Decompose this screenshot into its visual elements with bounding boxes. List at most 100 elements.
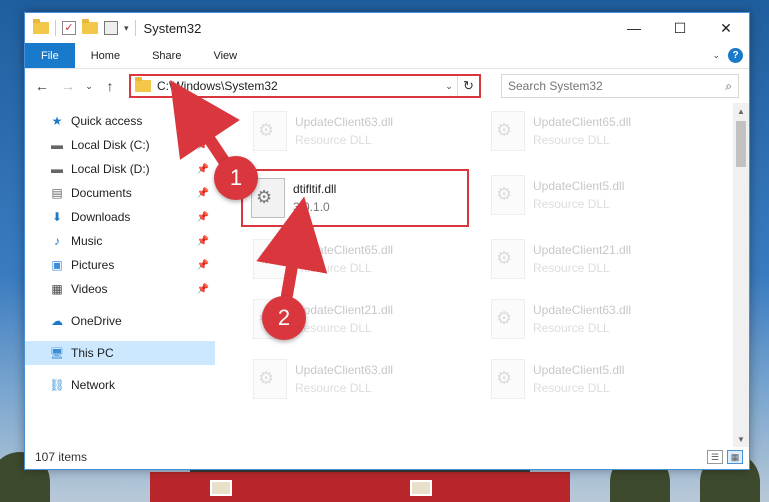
tab-share[interactable]: Share [136,43,197,68]
dll-file-icon [491,239,525,279]
file-item[interactable]: UpdateClient5.dll Resource DLL [483,169,709,221]
tab-home[interactable]: Home [75,43,136,68]
network-icon: ⛓ [49,378,65,392]
close-button[interactable]: ✕ [703,13,749,43]
file-item[interactable]: UpdateClient63.dll Resource DLL [245,353,471,405]
sidebar-item-label: Local Disk (D:) [71,162,150,176]
file-name: UpdateClient63.dll [295,363,394,377]
main-area: ★ Quick access ▬ Local Disk (C:) 📌 ▬ Loc… [25,103,749,447]
item-count: 107 items [35,450,88,464]
dll-file-icon [253,111,287,151]
drive-icon: ▬ [51,138,63,152]
details-view-icon[interactable]: ☰ [707,450,723,464]
folder-icon [135,77,151,92]
address-bar[interactable]: C:\Windows\System32 ⌄ ↻ [129,74,481,98]
file-item[interactable]: UpdateClient63.dll Resource DLL [245,105,471,157]
pin-icon[interactable]: 📌 [197,140,209,151]
sidebar-item-label: OneDrive [71,314,122,328]
sidebar-item-label: Downloads [71,210,131,224]
window-title: System32 [143,20,202,36]
file-item[interactable]: UpdateClient65.dll Resource DLL [245,233,471,285]
refresh-button[interactable]: ↻ [457,76,479,96]
pin-icon[interactable]: 📌 [197,284,209,295]
file-name: UpdateClient63.dll [295,115,394,129]
sidebar-item-label: Network [71,378,116,392]
scroll-up-icon[interactable]: ▲ [733,103,749,119]
address-path[interactable]: C:\Windows\System32 [157,79,441,93]
pin-icon[interactable]: 📌 [197,164,209,175]
dll-file-icon [491,299,525,339]
search-icon[interactable]: ⌕ [725,79,732,94]
file-type: Resource DLL [533,321,610,335]
sidebar-item-pictures[interactable]: ▣ Pictures 📌 [25,253,215,277]
file-type: Resource DLL [533,381,610,395]
file-item[interactable]: UpdateClient5.dll Resource DLL [483,353,709,405]
file-item[interactable]: UpdateClient65.dll Resource DLL [483,105,709,157]
search-box[interactable]: ⌕ [501,74,739,98]
dll-file-icon [253,359,287,399]
pin-icon[interactable]: 📌 [197,236,209,247]
forward-button[interactable]: → [57,75,79,97]
pin-icon[interactable]: 📌 [197,260,209,271]
vertical-scrollbar[interactable]: ▲ ▼ [733,103,749,447]
back-button[interactable]: ← [31,75,53,97]
file-item[interactable]: UpdateClient21.dll Resource DLL [483,233,709,285]
navigation-bar: ← → ⌄ ↑ C:\Windows\System32 ⌄ ↻ ⌕ [25,69,749,103]
music-icon: ♪ [54,234,60,248]
sidebar-item-onedrive[interactable]: ☁ OneDrive [25,309,215,333]
step-badge-one: 1 [214,156,258,200]
sidebar-item-music[interactable]: ♪ Music 📌 [25,229,215,253]
file-name: UpdateClient5.dll [533,363,625,377]
up-button[interactable]: ↑ [99,75,121,97]
file-version: 3.0.1.0 [293,200,330,214]
dll-file-icon [491,111,525,151]
tab-file[interactable]: File [25,43,75,68]
tiles-view-icon[interactable]: ▦ [727,450,743,464]
ribbon-right: ⌄ ? [712,43,749,68]
recent-locations-button[interactable]: ⌄ [83,75,95,97]
sidebar-item-local-disk-c[interactable]: ▬ Local Disk (C:) 📌 [25,133,215,157]
documents-icon: ▤ [51,186,63,200]
file-name: UpdateClient63.dll [533,303,632,317]
file-item[interactable]: UpdateClient63.dll Resource DLL [483,293,709,345]
search-input[interactable] [508,79,726,93]
sidebar-item-label: Music [71,234,103,248]
sidebar-item-quick-access[interactable]: ★ Quick access [25,109,215,133]
file-type: Resource DLL [533,197,610,211]
chevron-down-icon[interactable]: ▾ [124,23,129,34]
customize-icon[interactable] [104,21,118,35]
help-icon[interactable]: ? [728,48,743,63]
minimize-button[interactable]: — [611,13,657,43]
drive-icon: ▬ [51,162,63,176]
sidebar-item-this-pc[interactable]: 🖥 This PC [25,341,215,365]
pin-icon[interactable]: 📌 [197,188,209,199]
window-controls: — ☐ ✕ [611,13,749,43]
new-folder-icon[interactable] [82,19,98,34]
expand-ribbon-icon[interactable]: ⌄ [712,50,720,61]
folder-icon [33,19,49,34]
maximize-button[interactable]: ☐ [657,13,703,43]
sidebar-item-documents[interactable]: ▤ Documents 📌 [25,181,215,205]
file-item-dtifltif[interactable]: dtifltif.dll 3.0.1.0 [241,169,469,227]
sidebar-item-label: Documents [71,186,132,200]
sidebar-item-downloads[interactable]: ⬇ Downloads 📌 [25,205,215,229]
ribbon-tabs: File Home Share View ⌄ ? [25,43,749,69]
title-bar: ✓ ▾ System32 — ☐ ✕ [25,13,749,43]
file-type: Resource DLL [533,133,610,147]
navigation-pane: ★ Quick access ▬ Local Disk (C:) 📌 ▬ Loc… [25,103,215,447]
pin-icon[interactable]: 📌 [197,212,209,223]
sidebar-item-network[interactable]: ⛓ Network [25,373,215,397]
pc-icon: 🖥 [50,347,64,360]
videos-icon: ▦ [51,282,63,296]
tab-view[interactable]: View [197,43,253,68]
sidebar-item-videos[interactable]: ▦ Videos 📌 [25,277,215,301]
properties-check-icon[interactable]: ✓ [62,21,76,35]
file-name: UpdateClient21.dll [533,243,632,257]
divider [55,20,56,36]
sidebar-item-local-disk-d[interactable]: ▬ Local Disk (D:) 📌 [25,157,215,181]
dll-file-icon [491,175,525,215]
address-dropdown-icon[interactable]: ⌄ [441,81,457,92]
scroll-thumb[interactable] [736,121,746,167]
